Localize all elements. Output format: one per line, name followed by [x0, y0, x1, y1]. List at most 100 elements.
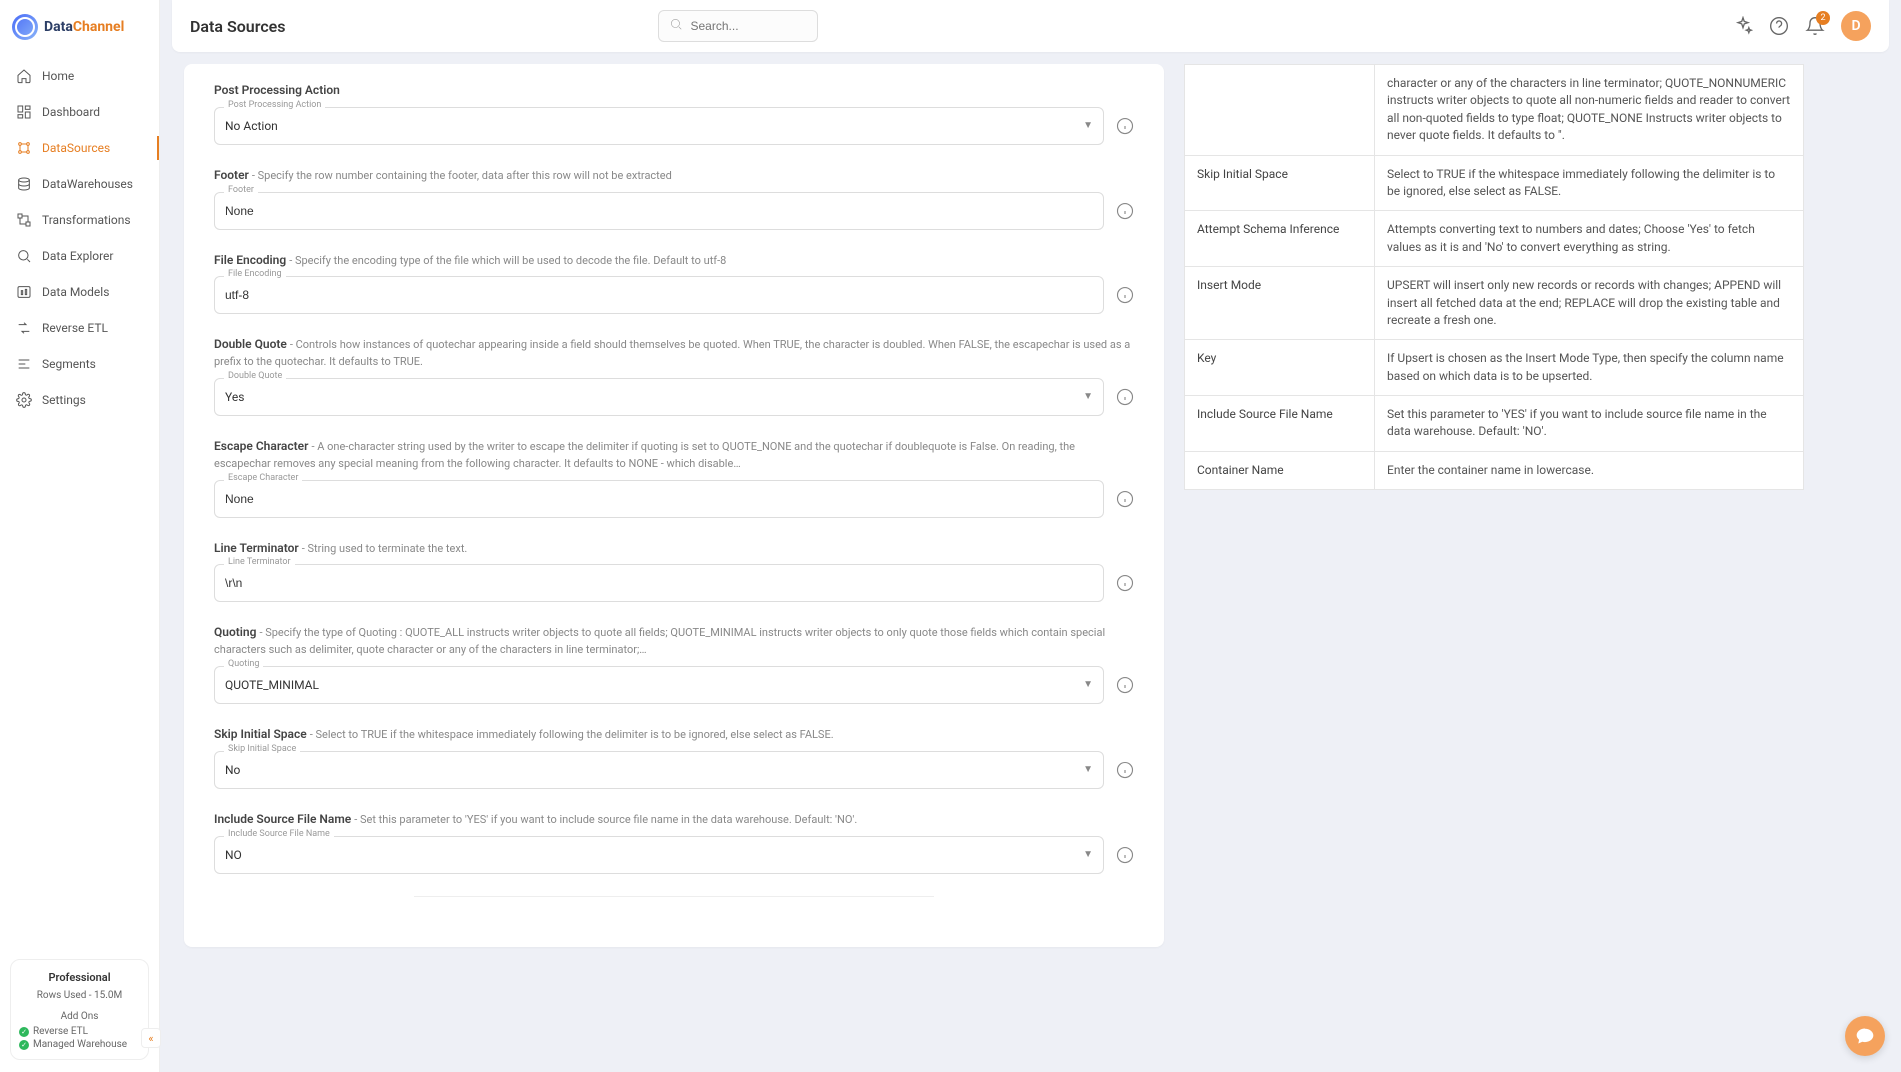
notification-icon[interactable]: 2	[1805, 16, 1825, 36]
quoting-select[interactable]: QUOTE_MINIMAL▼	[214, 666, 1104, 704]
nav-home[interactable]: Home	[0, 58, 159, 94]
sparkle-icon[interactable]	[1733, 16, 1753, 36]
field-quoting: Quoting - Specify the type of Quoting : …	[214, 624, 1134, 704]
include-source-select[interactable]: NO▼	[214, 836, 1104, 874]
field-desc: - A one-character string used by the wri…	[214, 440, 1075, 470]
help-value: character or any of the characters in li…	[1375, 65, 1804, 156]
plan-feature: ✓Managed Warehouse	[19, 1038, 140, 1051]
info-icon[interactable]	[1116, 846, 1134, 864]
field-desc: - Specify the encoding type of the file …	[289, 254, 726, 267]
search-icon	[669, 17, 683, 35]
nav-warehouses[interactable]: DataWarehouses	[0, 166, 159, 202]
help-key: Include Source File Name	[1185, 396, 1375, 452]
field-include-source: Include Source File Name - Set this para…	[214, 811, 1134, 874]
nav-reverse-etl[interactable]: Reverse ETL	[0, 310, 159, 346]
plan-card: Professional Rows Used - 15.0M Add Ons ✓…	[10, 959, 149, 1060]
help-value: Select to TRUE if the whitespace immedia…	[1375, 155, 1804, 211]
float-label: Escape Character	[224, 473, 302, 483]
encoding-input[interactable]	[214, 276, 1104, 314]
plan-title: Professional	[19, 968, 140, 987]
models-icon	[16, 284, 32, 300]
nav-transformations[interactable]: Transformations	[0, 202, 159, 238]
nav-settings[interactable]: Settings	[0, 382, 159, 418]
warehouse-icon	[16, 176, 32, 192]
logo[interactable]: DataChannel	[0, 0, 159, 54]
field-name: Footer	[214, 168, 249, 182]
nav-segments[interactable]: Segments	[0, 346, 159, 382]
nav-label: DataSources	[42, 141, 110, 155]
help-table: character or any of the characters in li…	[1184, 64, 1804, 490]
help-icon[interactable]	[1769, 16, 1789, 36]
skip-initial-space-select[interactable]: No▼	[214, 751, 1104, 789]
float-label: Include Source File Name	[224, 829, 334, 839]
segments-icon	[16, 356, 32, 372]
header: Data Sources 2 D	[172, 0, 1889, 52]
nav-label: Home	[42, 69, 74, 83]
info-icon[interactable]	[1116, 202, 1134, 220]
reverse-etl-icon	[16, 320, 32, 336]
check-icon: ✓	[19, 1040, 29, 1050]
info-icon[interactable]	[1116, 574, 1134, 592]
dashboard-icon	[16, 104, 32, 120]
chat-fab[interactable]	[1845, 1016, 1885, 1056]
footer-input[interactable]	[214, 192, 1104, 230]
field-name: Escape Character	[214, 439, 308, 453]
field-desc: - Select to TRUE if the whitespace immed…	[310, 728, 834, 741]
settings-icon	[16, 392, 32, 408]
field-name: Line Terminator	[214, 541, 299, 555]
nav-label: Data Models	[42, 285, 109, 299]
field-name: Post Processing Action	[214, 83, 340, 97]
help-row: KeyIf Upsert is chosen as the Insert Mod…	[1185, 340, 1804, 396]
info-icon[interactable]	[1116, 676, 1134, 694]
escape-input[interactable]	[214, 480, 1104, 518]
chevron-down-icon: ▼	[1083, 764, 1093, 775]
nav-models[interactable]: Data Models	[0, 274, 159, 310]
field-name: Skip Initial Space	[214, 727, 307, 741]
line-terminator-input[interactable]	[214, 564, 1104, 602]
nav-dashboard[interactable]: Dashboard	[0, 94, 159, 130]
field-desc: - Specify the row number containing the …	[252, 169, 672, 182]
info-icon[interactable]	[1116, 761, 1134, 779]
help-row: Container NameEnter the container name i…	[1185, 451, 1804, 489]
help-value: If Upsert is chosen as the Insert Mode T…	[1375, 340, 1804, 396]
field-name: Quoting	[214, 625, 256, 639]
datasources-icon	[16, 140, 32, 156]
plan-rows: Rows Used - 15.0M	[19, 987, 140, 1004]
plan-feature: ✓Reverse ETL	[19, 1025, 140, 1038]
info-icon[interactable]	[1116, 490, 1134, 508]
chevron-down-icon: ▼	[1083, 391, 1093, 402]
nav-explorer[interactable]: Data Explorer	[0, 238, 159, 274]
post-processing-select[interactable]: No Action▼	[214, 107, 1104, 145]
double-quote-select[interactable]: Yes▼	[214, 378, 1104, 416]
notification-badge: 2	[1816, 11, 1830, 25]
collapse-sidebar-button[interactable]: «	[141, 1028, 161, 1048]
field-escape: Escape Character - A one-character strin…	[214, 438, 1134, 518]
search-box[interactable]	[658, 10, 818, 42]
field-desc: - Set this parameter to 'YES' if you wan…	[354, 813, 857, 826]
field-desc: - Specify the type of Quoting : QUOTE_AL…	[214, 626, 1105, 656]
search-input[interactable]	[691, 19, 807, 33]
float-label: Quoting	[224, 659, 263, 669]
help-value: Attempts converting text to numbers and …	[1375, 211, 1804, 267]
field-name: Include Source File Name	[214, 812, 351, 826]
help-key	[1185, 65, 1375, 156]
logo-icon	[12, 14, 38, 40]
page-title: Data Sources	[190, 17, 286, 36]
nav-label: Settings	[42, 393, 86, 407]
chevron-down-icon: ▼	[1083, 679, 1093, 690]
field-footer: Footer - Specify the row number containi…	[214, 167, 1134, 230]
nav-datasources[interactable]: DataSources	[0, 130, 159, 166]
float-label: Double Quote	[224, 371, 286, 381]
field-line-terminator: Line Terminator - String used to termina…	[214, 540, 1134, 603]
transform-icon	[16, 212, 32, 228]
home-icon	[16, 68, 32, 84]
info-icon[interactable]	[1116, 286, 1134, 304]
avatar[interactable]: D	[1841, 11, 1871, 41]
field-desc: - Controls how instances of quotechar ap…	[214, 338, 1130, 368]
plan-addons[interactable]: Add Ons	[19, 1008, 140, 1025]
nav-label: DataWarehouses	[42, 177, 133, 191]
info-icon[interactable]	[1116, 388, 1134, 406]
chevron-down-icon: ▼	[1083, 120, 1093, 131]
field-name: File Encoding	[214, 253, 286, 267]
info-icon[interactable]	[1116, 117, 1134, 135]
